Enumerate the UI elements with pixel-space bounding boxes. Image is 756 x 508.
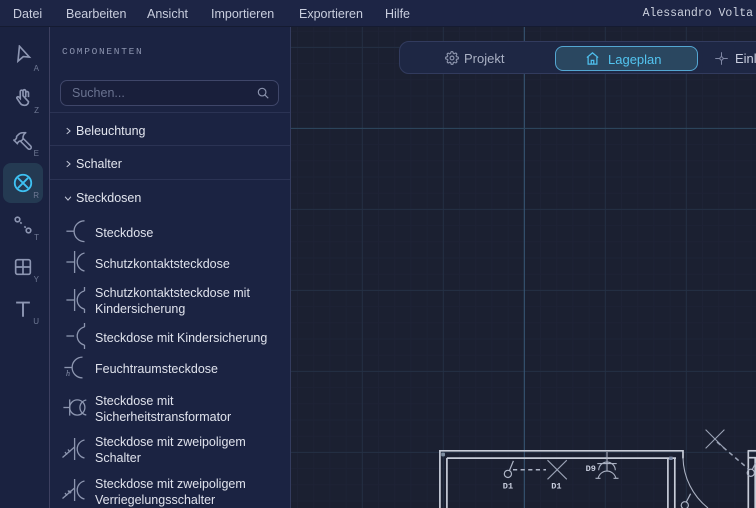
svg-text:D9: D9 xyxy=(586,464,596,474)
svg-text:D1: D1 xyxy=(503,482,513,492)
svg-text:h: h xyxy=(66,369,70,378)
svg-text:D1: D1 xyxy=(551,482,561,492)
